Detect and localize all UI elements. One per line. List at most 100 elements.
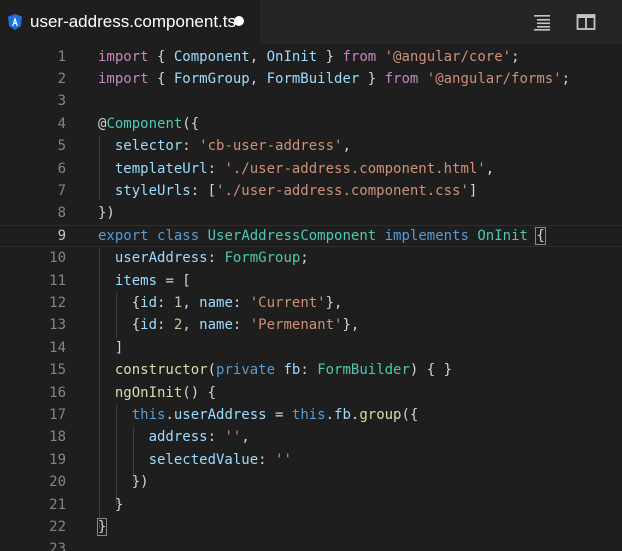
- identifier-token: OnInit: [266, 48, 318, 65]
- code-line[interactable]: 16 ngOnInit() {: [0, 382, 622, 404]
- punctuation-token: ,: [182, 294, 200, 311]
- code-line[interactable]: 15 constructor(private fb: FormBuilder) …: [0, 359, 622, 381]
- split-editor-icon[interactable]: [576, 12, 596, 32]
- punctuation-token: [98, 138, 115, 154]
- code-line[interactable]: 1 import { Component, OnInit } from '@ang…: [0, 46, 622, 68]
- line-number: 10: [49, 250, 66, 267]
- punctuation-token: ({: [182, 115, 200, 132]
- line-number: 6: [57, 160, 66, 177]
- punctuation-token: ,: [342, 138, 351, 155]
- code-line[interactable]: 17 this.userAddress = this.fb.group({: [0, 404, 622, 426]
- punctuation-token: ,: [485, 160, 495, 177]
- punctuation-token: ,: [241, 429, 250, 446]
- matched-bracket: {: [535, 226, 546, 245]
- punctuation-token: :: [300, 362, 318, 379]
- line-number: 2: [57, 70, 66, 87]
- code-text: ]: [98, 337, 123, 359]
- code-text: import { Component, OnInit } from '@angu…: [98, 46, 520, 68]
- line-number: 1: [57, 48, 66, 65]
- storage-keyword-token: this: [291, 406, 326, 423]
- code-line[interactable]: 20 }): [0, 471, 622, 493]
- code-line[interactable]: 13 {id: 2, name: 'Permenant'},: [0, 314, 622, 336]
- code-line[interactable]: 14 ]: [0, 337, 622, 359]
- line-number: 17: [49, 406, 66, 423]
- tab-bar: user-address.component.ts: [0, 0, 622, 44]
- code-line[interactable]: 19 selectedValue: '': [0, 449, 622, 471]
- code-text: this.userAddress = this.fb.group({: [98, 404, 419, 426]
- code-line[interactable]: 12 {id: 1, name: 'Current'},: [0, 292, 622, 314]
- line-number: 14: [49, 339, 66, 356]
- punctuation-token: ]: [98, 339, 124, 356]
- punctuation-token: [98, 161, 115, 177]
- string-token: './user-address.component.html': [224, 160, 486, 177]
- identifier-token: fb: [283, 362, 301, 379]
- code-line[interactable]: 22}: [0, 516, 622, 538]
- identifier-token: templateUrl: [114, 160, 208, 177]
- editor-tab[interactable]: user-address.component.ts: [0, 0, 260, 44]
- code-text: templateUrl: './user-address.component.h…: [98, 158, 494, 180]
- punctuation-token: [98, 273, 115, 289]
- code-text: {id: 1, name: 'Current'},: [98, 292, 343, 314]
- punctuation-token: {: [98, 317, 141, 334]
- punctuation-token: }: [98, 496, 124, 513]
- code-editor[interactable]: 1 import { Component, OnInit } from '@ang…: [0, 44, 622, 551]
- punctuation-token: ;: [300, 250, 309, 267]
- code-text: import { FormGroup, FormBuilder } from '…: [98, 68, 570, 90]
- string-token: 'Current': [249, 294, 326, 311]
- punctuation-token: ;: [511, 48, 520, 65]
- class-name-token: FormBuilder: [317, 362, 410, 379]
- code-line[interactable]: 7 styleUrls: ['./user-address.component.…: [0, 180, 622, 202]
- dirty-dot-icon[interactable]: [234, 16, 244, 26]
- line-number: 22: [49, 518, 66, 535]
- line-number: 11: [49, 272, 66, 289]
- punctuation-token: [98, 452, 149, 468]
- punctuation-token: ;: [561, 70, 571, 87]
- code-text: constructor(private fb: FormBuilder) { }: [98, 359, 452, 381]
- class-name-token: Component: [106, 115, 183, 132]
- line-number: 8: [57, 205, 66, 222]
- punctuation-token: [376, 49, 384, 65]
- line-number: 23: [49, 541, 66, 551]
- punctuation-token: =: [266, 406, 292, 423]
- identifier-token: id: [140, 317, 158, 334]
- punctuation-token: [98, 183, 115, 199]
- code-line[interactable]: 23: [0, 538, 622, 551]
- code-line[interactable]: 6 templateUrl: './user-address.component…: [0, 158, 622, 180]
- punctuation-token: :: [258, 451, 276, 468]
- code-line[interactable]: 2 import { FormGroup, FormBuilder } from …: [0, 68, 622, 90]
- toggle-minimap-icon[interactable]: [532, 12, 552, 32]
- punctuation-token: ({: [401, 406, 419, 423]
- code-line[interactable]: 5 selector: 'cb-user-address',: [0, 135, 622, 157]
- code-line[interactable]: 9 export class UserAddressComponent imple…: [0, 224, 622, 248]
- code-line[interactable]: 11 items = [: [0, 270, 622, 292]
- string-token: './user-address.component.css': [216, 182, 469, 199]
- class-name-token: FormGroup: [224, 250, 301, 267]
- punctuation-token: () {: [182, 384, 217, 401]
- code-line[interactable]: 4 @Component({: [0, 113, 622, 135]
- keyword-token: import: [98, 48, 149, 65]
- code-text: export class UserAddressComponent implem…: [98, 226, 546, 246]
- punctuation-token: [418, 71, 426, 87]
- line-number: 13: [49, 317, 66, 334]
- code-line[interactable]: 3: [0, 90, 622, 112]
- line-number: 12: [49, 294, 66, 311]
- storage-keyword-token: implements: [384, 227, 469, 244]
- string-token: 'Permenant': [249, 317, 343, 334]
- code-line[interactable]: 18 address: '',: [0, 426, 622, 448]
- punctuation-token: ) { }: [409, 362, 453, 379]
- punctuation-token: :: [207, 429, 225, 446]
- line-number: 3: [57, 93, 66, 110]
- code-line[interactable]: 10 userAddress: FormGroup;: [0, 247, 622, 269]
- keyword-token: import: [98, 70, 149, 87]
- angular-icon: [8, 14, 22, 30]
- code-text: }): [98, 202, 115, 224]
- punctuation-token: (: [207, 362, 217, 379]
- punctuation-token: },: [325, 294, 343, 311]
- line-number: 15: [49, 362, 66, 379]
- code-line[interactable]: 21 }: [0, 494, 622, 516]
- keyword-token: from: [342, 48, 377, 65]
- punctuation-token: [376, 228, 384, 244]
- identifier-token: address: [148, 429, 208, 446]
- code-text: userAddress: FormGroup;: [98, 247, 309, 269]
- code-line[interactable]: 8}): [0, 202, 622, 224]
